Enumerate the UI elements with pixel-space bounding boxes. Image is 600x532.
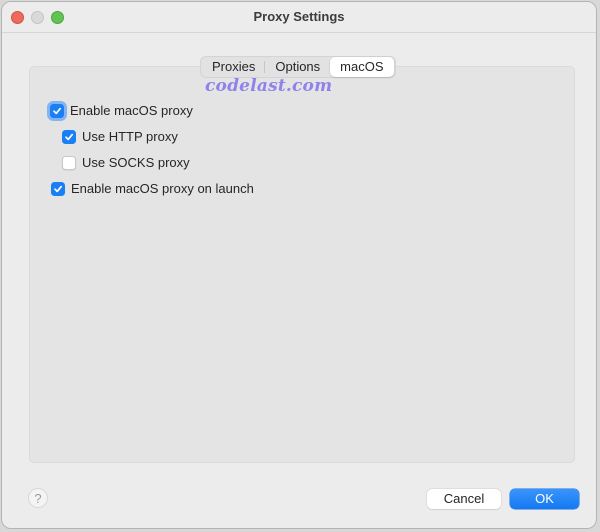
use-http-proxy-option[interactable]: Use HTTP proxy [62, 129, 178, 144]
use-socks-proxy-option[interactable]: Use SOCKS proxy [62, 155, 190, 170]
checkmark-icon [54, 185, 63, 192]
watermark-text: codelast.com [205, 76, 333, 96]
tab-content-panel [29, 66, 575, 463]
title-bar: Proxy Settings [2, 2, 596, 33]
use-http-proxy-label: Use HTTP proxy [82, 129, 178, 144]
use-socks-proxy-checkbox[interactable] [62, 155, 76, 170]
proxy-settings-window: Proxy Settings Proxies Options macOS cod… [1, 1, 597, 529]
window-title: Proxy Settings [253, 9, 345, 24]
help-button[interactable]: ? [28, 488, 48, 508]
tab-options[interactable]: Options [265, 57, 330, 77]
tab-bar: Proxies Options macOS [200, 56, 396, 78]
enable-proxy-on-launch-checkbox[interactable] [51, 181, 65, 196]
checkmark-icon [65, 133, 74, 140]
enable-macos-proxy-label: Enable macOS proxy [70, 103, 193, 118]
enable-macos-proxy-checkbox[interactable] [50, 103, 64, 118]
use-socks-proxy-label: Use SOCKS proxy [82, 155, 190, 170]
tab-macos[interactable]: macOS [330, 57, 394, 77]
use-http-proxy-checkbox[interactable] [62, 129, 76, 144]
ok-button[interactable]: OK [510, 489, 579, 509]
checkmark-icon [53, 107, 62, 114]
enable-macos-proxy-option[interactable]: Enable macOS proxy [50, 103, 193, 118]
enable-proxy-on-launch-option[interactable]: Enable macOS proxy on launch [51, 181, 254, 196]
tab-proxies[interactable]: Proxies [202, 57, 266, 77]
enable-proxy-on-launch-label: Enable macOS proxy on launch [71, 181, 254, 196]
cancel-button[interactable]: Cancel [427, 489, 501, 509]
